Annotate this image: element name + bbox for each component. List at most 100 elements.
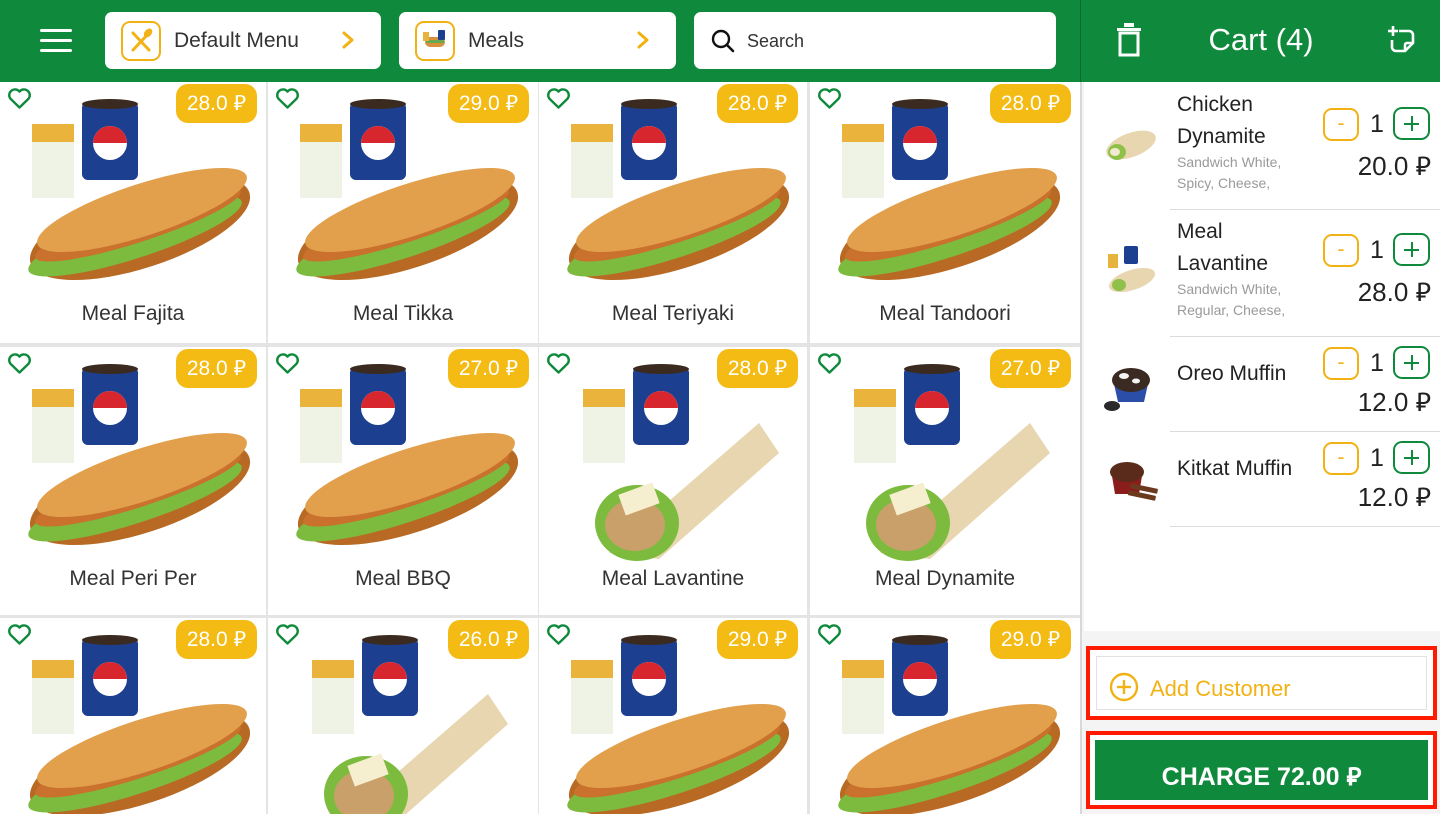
price-badge: 27.0 ⃁ xyxy=(447,349,529,388)
meal-category-icon xyxy=(415,21,455,61)
muffin-thumbnail-icon xyxy=(1104,368,1150,411)
search-input[interactable] xyxy=(747,26,1037,56)
price-badge: 28.0 ⃁ xyxy=(175,84,257,123)
category-selector-label: Meals xyxy=(468,29,525,52)
cart-items-list: Chicken Dynamite Sandwich White, Spicy, … xyxy=(1084,82,1440,631)
sub-meal-image xyxy=(820,634,1066,814)
increase-qty-button[interactable] xyxy=(1393,107,1430,140)
add-customer-button[interactable]: Add Customer xyxy=(1086,646,1437,720)
price-badge: 29.0 ⃁ xyxy=(447,84,529,123)
search-icon xyxy=(711,29,735,53)
favorite-heart-icon[interactable] xyxy=(275,352,300,375)
charge-label: CHARGE 72.00 ⃁ xyxy=(1161,763,1362,791)
price-badge: 26.0 ⃁ xyxy=(447,620,529,659)
product-card[interactable]: 29.0 ⃁ xyxy=(539,618,807,814)
favorite-heart-icon[interactable] xyxy=(275,623,300,646)
chevron-right-icon xyxy=(637,31,649,49)
price-badge: 28.0 ⃁ xyxy=(989,84,1071,123)
hamburger-menu-icon[interactable] xyxy=(38,26,74,56)
cart-item-price: 20.0 ⃁ xyxy=(1357,151,1431,181)
favorite-heart-icon[interactable] xyxy=(7,623,32,646)
product-name: Meal Lavantine xyxy=(601,567,745,590)
favorite-heart-icon[interactable] xyxy=(546,87,571,110)
cart-item-modifiers: Sandwich White, Spicy, Cheese, xyxy=(1177,154,1282,191)
plus-circle-icon xyxy=(1109,672,1139,702)
favorite-heart-icon[interactable] xyxy=(546,352,571,375)
cart-item[interactable]: Oreo Muffin - 1 12.0 ⃁ xyxy=(1084,337,1440,432)
product-card[interactable]: 28.0 ⃁ xyxy=(0,618,266,814)
wrap-meal-image xyxy=(820,363,1066,563)
product-grid: 28.0 ⃁ Meal Fajita 29.0 ⃁ Meal Tikka 28.0 ⃁ M… xyxy=(0,82,1080,814)
cart-header: Cart (4) xyxy=(1080,0,1440,82)
cart-item-price: 12.0 ⃁ xyxy=(1357,387,1431,417)
charge-button-fill: CHARGE 72.00 ⃁ xyxy=(1095,740,1428,800)
category-selector[interactable]: Meals xyxy=(399,12,676,69)
product-card[interactable]: 26.0 ⃁ xyxy=(268,618,538,814)
favorite-heart-icon[interactable] xyxy=(7,87,32,110)
favorite-heart-icon[interactable] xyxy=(275,87,300,110)
product-name: Meal BBQ xyxy=(355,567,451,590)
cart-item-price: 28.0 ⃁ xyxy=(1357,277,1431,307)
decrease-qty-button[interactable]: - xyxy=(1323,234,1359,267)
cart-item-qty: 1 xyxy=(1370,349,1384,377)
cart-item-price: 12.0 ⃁ xyxy=(1357,482,1431,512)
sub-meal-image xyxy=(549,98,795,298)
sub-meal-image xyxy=(278,98,524,298)
menu-selector[interactable]: Default Menu xyxy=(105,12,381,69)
add-note-icon[interactable] xyxy=(1387,24,1417,56)
add-customer-label: Add Customer xyxy=(1150,676,1291,701)
product-card[interactable]: 27.0 ⃁ Meal BBQ xyxy=(268,347,538,615)
product-name: Meal Tikka xyxy=(352,302,454,325)
product-name: Meal Teriyaki xyxy=(611,302,735,325)
muffin-thumbnail-icon xyxy=(1110,462,1158,501)
product-name: Meal Fajita xyxy=(81,302,185,325)
product-card[interactable]: 28.0 ⃁ Meal Peri Per xyxy=(0,347,266,615)
cart-item-qty: 1 xyxy=(1370,110,1384,138)
price-badge: 28.0 ⃁ xyxy=(175,620,257,659)
sub-meal-image xyxy=(820,98,1066,298)
favorite-heart-icon[interactable] xyxy=(817,623,842,646)
meal-thumbnail-icon xyxy=(1108,246,1156,293)
increase-qty-button[interactable] xyxy=(1393,441,1430,474)
divider xyxy=(1170,526,1440,527)
top-bar: Default Menu Meals xyxy=(0,0,1080,82)
sub-meal-image xyxy=(278,363,524,563)
product-card[interactable]: 28.0 ⃁ Meal Tandoori xyxy=(810,82,1080,343)
wrap-meal-image xyxy=(278,634,524,814)
favorite-heart-icon[interactable] xyxy=(546,623,571,646)
wrap-meal-image xyxy=(549,363,795,563)
cart-item-name: Chicken Dynamite xyxy=(1177,93,1266,148)
favorite-heart-icon[interactable] xyxy=(817,87,842,110)
product-name: Meal Tandoori xyxy=(879,302,1011,325)
favorite-heart-icon[interactable] xyxy=(817,352,842,375)
chevron-right-icon xyxy=(342,31,354,49)
cart-item-qty: 1 xyxy=(1370,444,1384,472)
product-card[interactable]: 27.0 ⃁ Meal Dynamite xyxy=(810,347,1080,615)
price-badge: 27.0 ⃁ xyxy=(989,349,1071,388)
cart-item-name: Meal Lavantine xyxy=(1177,220,1269,275)
favorite-heart-icon[interactable] xyxy=(7,352,32,375)
menu-selector-label: Default Menu xyxy=(174,29,299,52)
product-card[interactable]: 29.0 ⃁ xyxy=(810,618,1080,814)
product-card[interactable]: 29.0 ⃁ Meal Tikka xyxy=(268,82,538,343)
decrease-qty-button[interactable]: - xyxy=(1323,108,1359,141)
price-badge: 29.0 ⃁ xyxy=(716,620,798,659)
cart-item-modifiers: Sandwich White, Regular, Cheese, xyxy=(1177,281,1286,318)
cart-item[interactable]: Chicken Dynamite Sandwich White, Spicy, … xyxy=(1084,82,1440,210)
decrease-qty-button[interactable]: - xyxy=(1323,347,1359,380)
charge-button[interactable]: CHARGE 72.00 ⃁ xyxy=(1086,731,1437,809)
cart-item-qty: 1 xyxy=(1370,236,1384,264)
increase-qty-button[interactable] xyxy=(1393,233,1430,266)
add-customer-frame: Add Customer xyxy=(1096,656,1427,710)
cart-item[interactable]: Meal Lavantine Sandwich White, Regular, … xyxy=(1084,210,1440,337)
decrease-qty-button[interactable]: - xyxy=(1323,442,1359,475)
product-card[interactable]: 28.0 ⃁ Meal Lavantine xyxy=(539,347,807,615)
cart-item[interactable]: Kitkat Muffin - 1 12.0 ⃁ xyxy=(1084,432,1440,527)
product-card[interactable]: 28.0 ⃁ Meal Fajita xyxy=(0,82,266,343)
price-badge: 29.0 ⃁ xyxy=(989,620,1071,659)
cart-item-name: Oreo Muffin xyxy=(1177,362,1287,385)
product-card[interactable]: 28.0 ⃁ Meal Teriyaki xyxy=(539,82,807,343)
increase-qty-button[interactable] xyxy=(1393,346,1430,379)
product-name: Meal Peri Per xyxy=(69,567,197,590)
sub-meal-image xyxy=(10,634,256,814)
